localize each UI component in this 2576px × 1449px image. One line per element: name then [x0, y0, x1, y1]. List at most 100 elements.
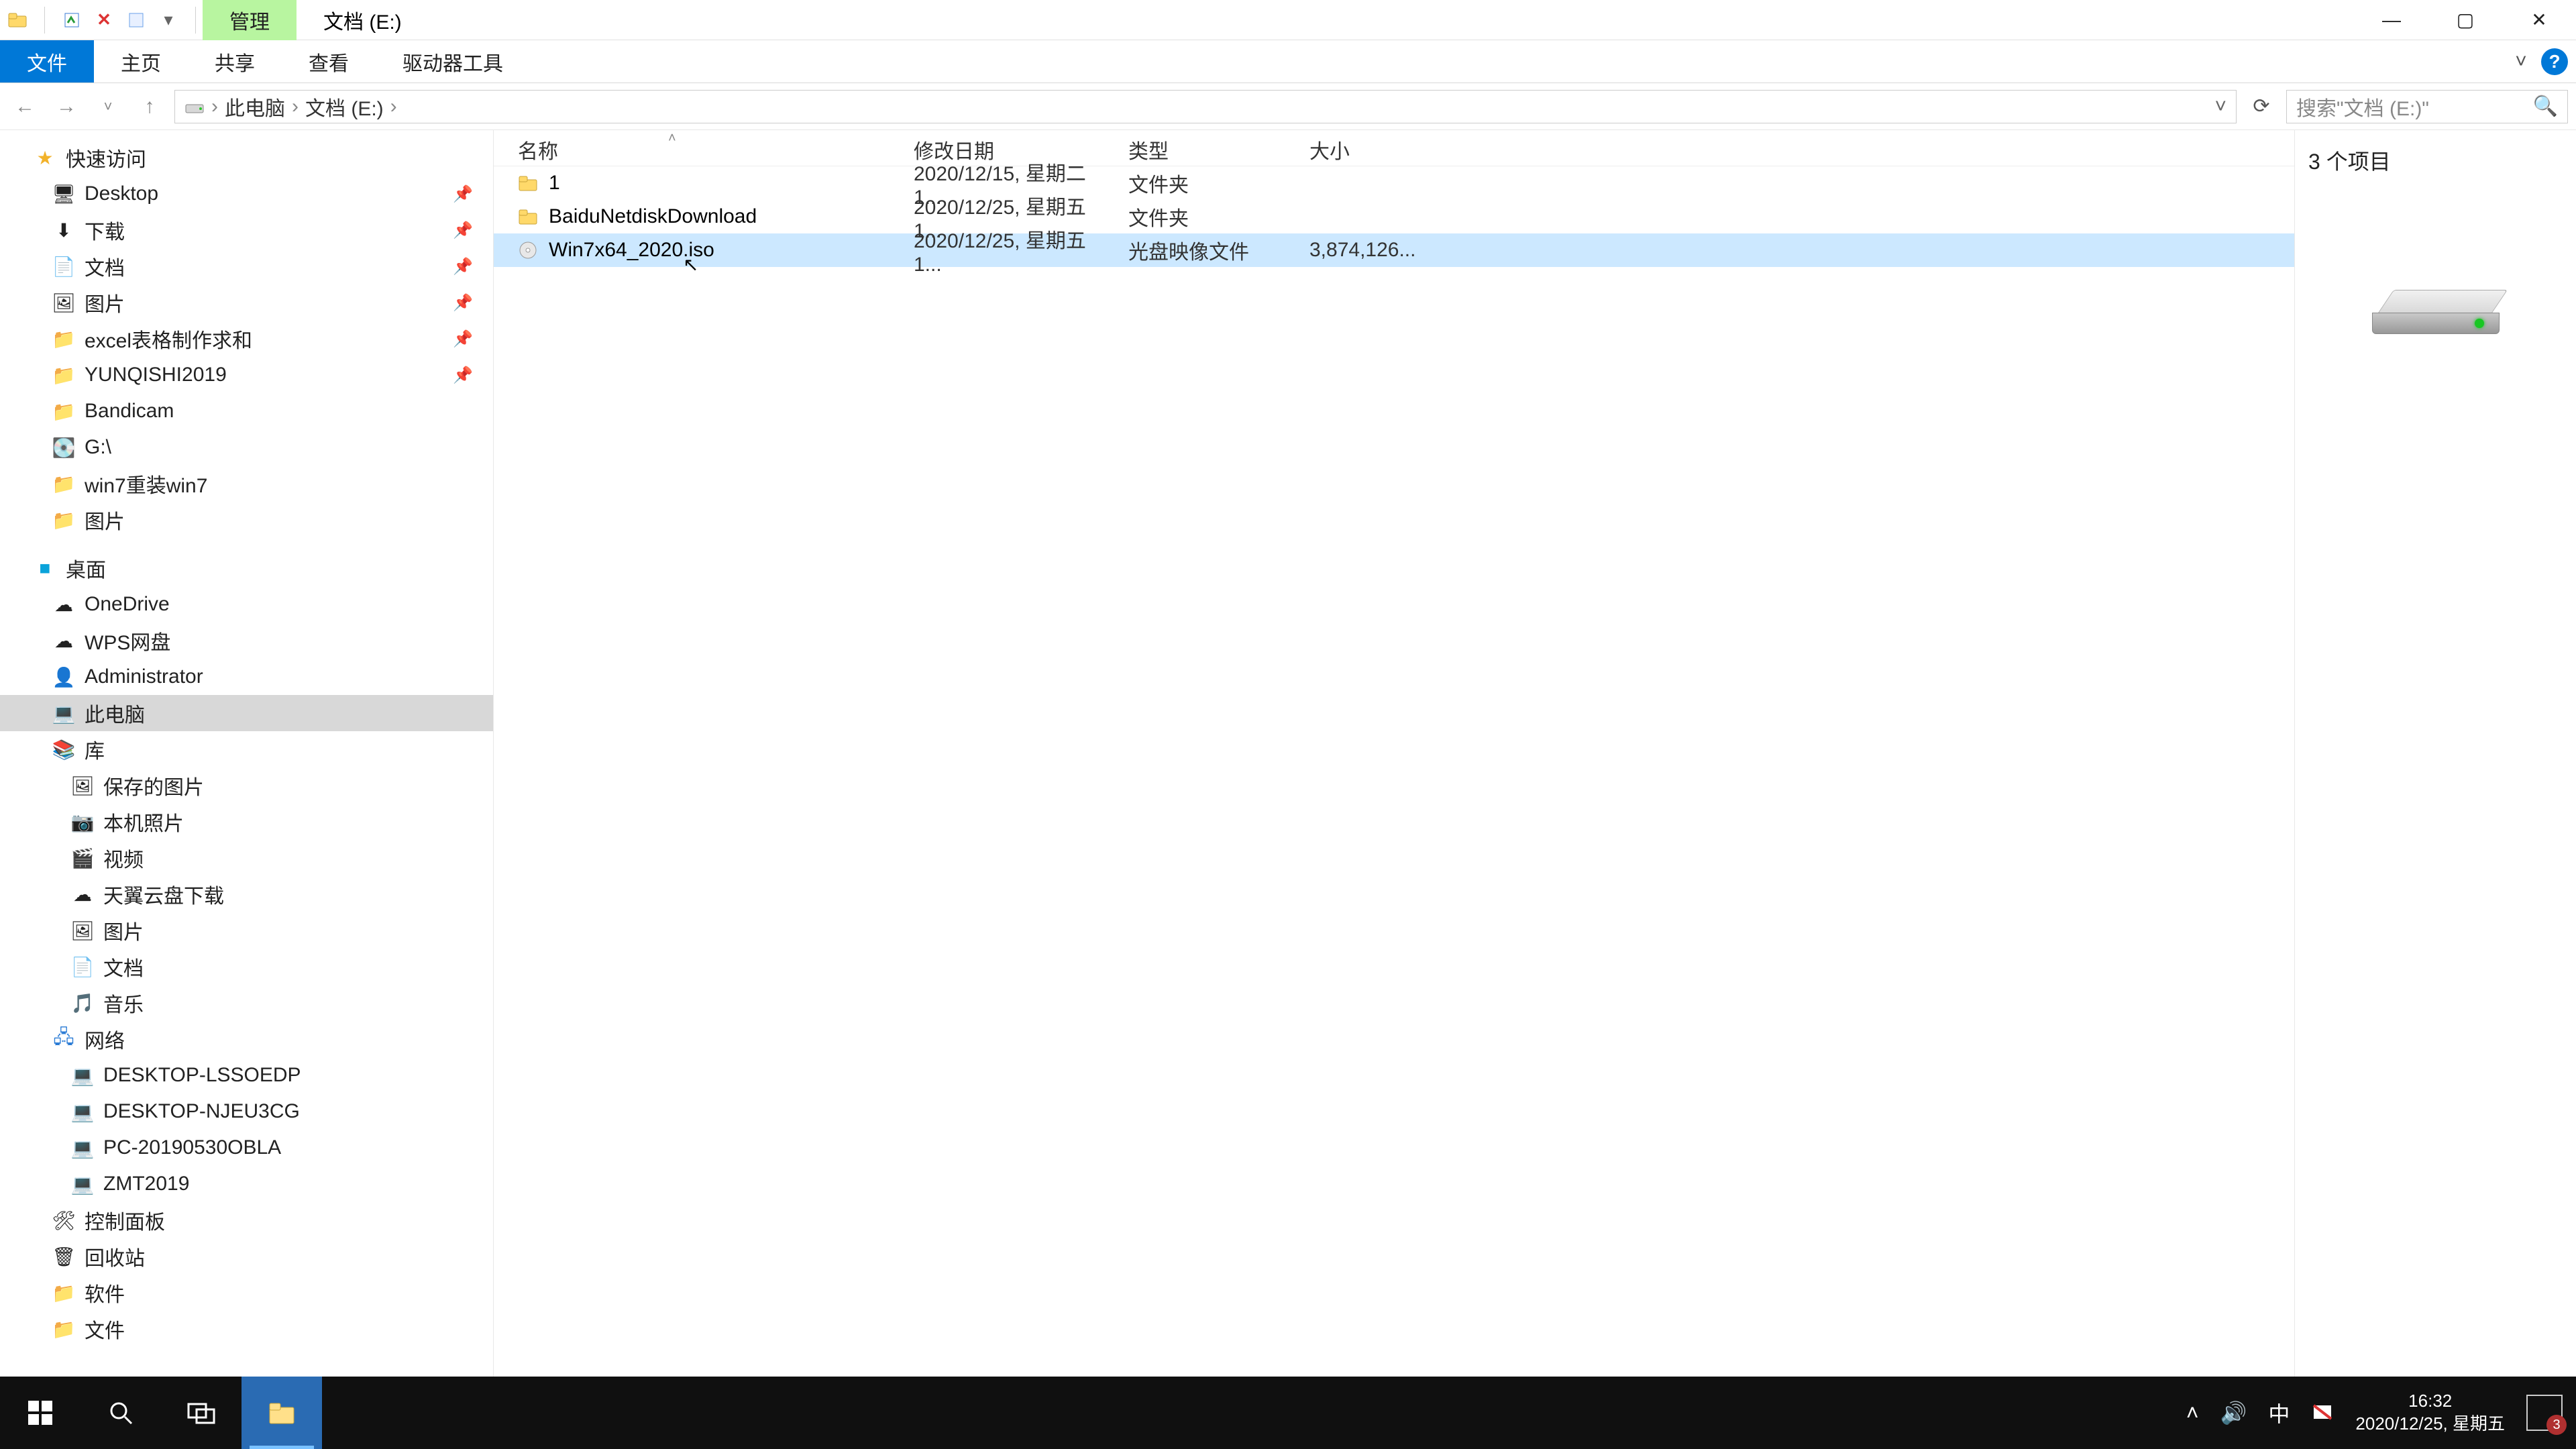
minimize-button[interactable]: — — [2355, 0, 2428, 40]
tree-desktop[interactable]: ■ 桌面 — [0, 550, 493, 586]
maximize-button[interactable]: ▢ — [2428, 0, 2502, 40]
tree-item-icon: 📁 — [52, 328, 75, 350]
tree-item-label: DESKTOP-NJEU3CG — [103, 1100, 300, 1123]
chevron-right-icon[interactable]: › — [390, 95, 397, 118]
back-button[interactable]: ← — [8, 90, 42, 123]
tree-item-label: 图片 — [103, 916, 144, 945]
tree-item-label: 天翼云盘下载 — [103, 879, 224, 909]
chevron-right-icon[interactable]: › — [292, 95, 299, 118]
address-dropdown-icon[interactable]: ˅ — [2214, 95, 2226, 118]
security-icon[interactable] — [2311, 1401, 2334, 1424]
tree-item[interactable]: ☁OneDrive — [0, 586, 493, 623]
column-header-type[interactable]: 类型 — [1104, 135, 1285, 164]
tree-item[interactable]: 📁win7重装win7 — [0, 466, 493, 502]
tree-item-icon: 💻 — [71, 1173, 94, 1195]
ribbon-tab-view[interactable]: 查看 — [282, 40, 376, 83]
tree-item[interactable]: ☁天翼云盘下载 — [0, 876, 493, 912]
tree-item[interactable]: 🖼图片📌 — [0, 284, 493, 321]
tray-overflow-icon[interactable]: ˄ — [2186, 1401, 2199, 1426]
column-header-name[interactable]: 名称 ˄ — [494, 135, 890, 164]
taskbar-search-button[interactable] — [80, 1377, 161, 1449]
navbar: ← → ˅ ↑ › 此电脑 › 文档 (E:) › ˅ ⟳ 搜索"文档 (E:)… — [0, 83, 2576, 130]
task-view-button[interactable] — [161, 1377, 241, 1449]
tree-item[interactable]: 🖥Desktop📌 — [0, 176, 493, 212]
tree-item[interactable]: 💻DESKTOP-NJEU3CG — [0, 1093, 493, 1130]
tree-item[interactable]: 📁YUNQISHI2019📌 — [0, 357, 493, 393]
tree-item[interactable]: 📄文档📌 — [0, 248, 493, 284]
tree-item[interactable]: 🖼图片 — [0, 912, 493, 949]
tree-item[interactable]: ☁WPS网盘 — [0, 623, 493, 659]
close-button[interactable]: ✕ — [2502, 0, 2576, 40]
tree-control-panel[interactable]: 🛠 控制面板 — [0, 1202, 493, 1238]
tree-item-icon: ⬇ — [52, 219, 75, 241]
start-button[interactable] — [0, 1377, 80, 1449]
tree-item[interactable]: 💻此电脑 — [0, 695, 493, 731]
ribbon-tab-drive-tools[interactable]: 驱动器工具 — [376, 40, 530, 83]
ribbon: 文件 主页 共享 查看 驱动器工具 ˅ ? — [0, 40, 2576, 83]
contextual-tab-manage[interactable]: 管理 — [203, 0, 297, 40]
ime-indicator[interactable]: 中 — [2268, 1397, 2290, 1428]
tree-item[interactable]: 📁Bandicam — [0, 393, 493, 429]
tree-item[interactable]: 📄文档 — [0, 949, 493, 985]
qat-delete-icon[interactable]: ✕ — [92, 8, 116, 32]
tree-item[interactable]: 📁文件 — [0, 1311, 493, 1347]
qat-customize-dropdown-icon[interactable]: ▾ — [156, 8, 180, 32]
address-bar[interactable]: › 此电脑 › 文档 (E:) › ˅ — [174, 90, 2237, 123]
control-panel-icon: 🛠 — [52, 1210, 75, 1232]
taskbar-file-explorer[interactable] — [241, 1377, 322, 1449]
tree-quick-access[interactable]: ★ 快速访问 — [0, 140, 493, 176]
tree-item[interactable]: 💻ZMT2019 — [0, 1166, 493, 1202]
ribbon-tab-share[interactable]: 共享 — [188, 40, 282, 83]
tree-item-icon: 📁 — [52, 364, 75, 386]
qat-properties-icon[interactable] — [60, 8, 84, 32]
details-pane: 3 个项目 — [2294, 130, 2576, 1405]
ribbon-expand-icon[interactable]: ˅ — [2508, 48, 2534, 75]
ribbon-tab-file[interactable]: 文件 — [0, 40, 94, 83]
search-box[interactable]: 搜索"文档 (E:)" 🔍 — [2286, 90, 2568, 123]
refresh-button[interactable]: ⟳ — [2245, 90, 2278, 123]
tree-item-label: 文件 — [85, 1314, 125, 1344]
qat-rename-icon[interactable] — [124, 8, 148, 32]
tree-item[interactable]: 📁excel表格制作求和📌 — [0, 321, 493, 357]
tree-item[interactable]: 📁软件 — [0, 1275, 493, 1311]
tree-item-label: 保存的图片 — [103, 771, 204, 800]
tree-item-label: win7重装win7 — [85, 469, 207, 498]
navigation-pane[interactable]: ★ 快速访问 🖥Desktop📌⬇下载📌📄文档📌🖼图片📌📁excel表格制作求和… — [0, 130, 494, 1405]
tree-item[interactable]: 👤Administrator — [0, 659, 493, 695]
column-header-size[interactable]: 大小 — [1285, 135, 1399, 164]
file-row[interactable]: BaiduNetdiskDownload2020/12/25, 星期五 1...… — [494, 200, 2294, 233]
tree-item[interactable]: 📚库 — [0, 731, 493, 767]
tree-item-label: DESKTOP-LSSOEDP — [103, 1064, 301, 1087]
tree-item[interactable]: 💻PC-20190530OBLA — [0, 1130, 493, 1166]
file-row[interactable]: 12020/12/15, 星期二 1...文件夹 — [494, 166, 2294, 200]
recent-locations-dropdown[interactable]: ˅ — [91, 90, 125, 123]
search-icon[interactable]: 🔍 — [2533, 95, 2558, 118]
volume-icon[interactable]: 🔊 — [2220, 1400, 2247, 1426]
titlebar: ✕ ▾ 管理 文档 (E:) — ▢ ✕ — [0, 0, 2576, 40]
forward-button[interactable]: → — [50, 90, 83, 123]
taskbar-clock[interactable]: 16:32 2020/12/25, 星期五 — [2355, 1390, 2505, 1436]
tree-item-label: 软件 — [85, 1278, 125, 1307]
file-type: 文件夹 — [1104, 202, 1285, 231]
breadcrumb-current[interactable]: 文档 (E:) — [305, 92, 384, 121]
tree-item[interactable]: 🖼保存的图片 — [0, 767, 493, 804]
chevron-right-icon[interactable]: › — [211, 95, 218, 118]
tree-item[interactable]: 💻DESKTOP-LSSOEDP — [0, 1057, 493, 1093]
tree-item[interactable]: 📷本机照片 — [0, 804, 493, 840]
ribbon-tab-home[interactable]: 主页 — [94, 40, 188, 83]
tree-network[interactable]: 🖧 网络 — [0, 1021, 493, 1057]
action-center-button[interactable]: 3 — [2526, 1395, 2563, 1431]
up-button[interactable]: ↑ — [133, 90, 166, 123]
tree-item[interactable]: 🎵音乐 — [0, 985, 493, 1021]
file-row[interactable]: Win7x64_2020.iso2020/12/25, 星期五 1...光盘映像… — [494, 233, 2294, 267]
tree-label: 快速访问 — [66, 143, 146, 172]
tree-item[interactable]: ⬇下载📌 — [0, 212, 493, 248]
folder-icon — [518, 207, 538, 227]
tree-item[interactable]: 🎬视频 — [0, 840, 493, 876]
tree-recycle-bin[interactable]: 🗑 回收站 — [0, 1238, 493, 1275]
tree-item[interactable]: 💽G:\ — [0, 429, 493, 466]
tree-item-icon: 💻 — [52, 702, 75, 724]
breadcrumb-this-pc[interactable]: 此电脑 — [225, 92, 285, 121]
help-icon[interactable]: ? — [2541, 48, 2568, 75]
tree-item[interactable]: 📁图片 — [0, 502, 493, 538]
